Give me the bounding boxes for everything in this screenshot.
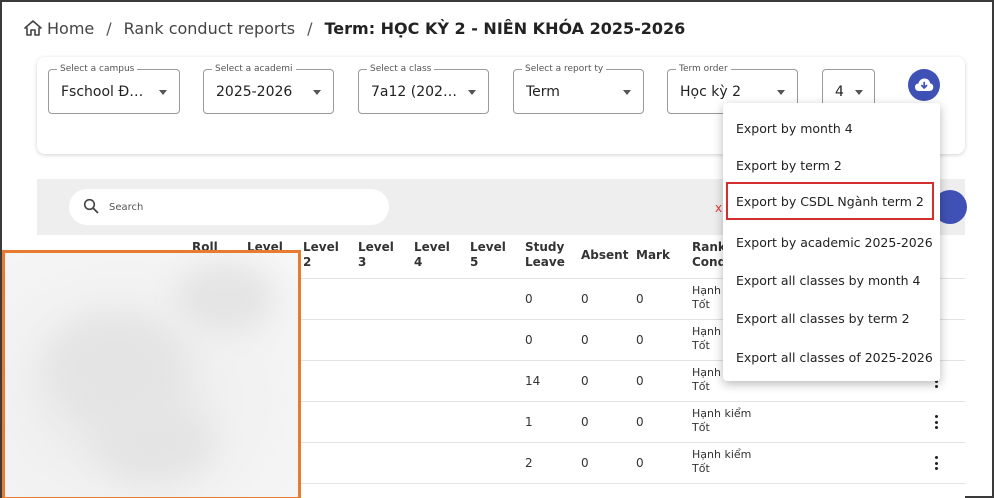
absent-cell: 0 bbox=[581, 333, 589, 347]
campus-select[interactable]: Select a campus Fschool Đà N... bbox=[48, 63, 180, 114]
mark-cell: 0 bbox=[636, 292, 644, 306]
menu-item-export-all-classes-of-academic[interactable]: Export all classes of 2025-2026 bbox=[723, 338, 940, 376]
rank-conduct-cell: Hạnh Tốt bbox=[692, 284, 721, 312]
column-header-level-5[interactable]: Level 5 bbox=[470, 240, 510, 270]
search-input[interactable] bbox=[109, 197, 369, 217]
report-type-select[interactable]: Select a report ty Term bbox=[513, 63, 644, 114]
rank-conduct-line-2: Tốt bbox=[692, 298, 710, 311]
study-leave-cell: 2 bbox=[525, 456, 533, 470]
chevron-down-icon bbox=[777, 90, 785, 95]
breadcrumb-separator: / bbox=[106, 18, 112, 38]
blur-smudge bbox=[175, 263, 275, 333]
cloud-download-icon bbox=[915, 78, 934, 91]
blurred-privacy-overlay bbox=[2, 250, 301, 498]
month-select-value: 4 bbox=[835, 84, 844, 100]
blur-smudge bbox=[95, 403, 215, 483]
mark-cell: 0 bbox=[636, 374, 644, 388]
rank-conduct-cell: Hạnh kiểm Tốt bbox=[692, 407, 751, 435]
absent-cell: 0 bbox=[581, 456, 589, 470]
menu-item-export-all-classes-by-month[interactable]: Export all classes by month 4 bbox=[723, 261, 940, 299]
app-frame: Home / Rank conduct reports / Term: HỌC … bbox=[0, 0, 994, 498]
breadcrumb-home-link[interactable]: Home bbox=[47, 19, 94, 38]
rank-conduct-line-1: Hạnh kiểm bbox=[692, 448, 752, 461]
academic-year-select[interactable]: Select a academi 2025-2026 bbox=[203, 63, 334, 114]
rank-conduct-cell: Hạnh kiểm Tốt bbox=[692, 448, 751, 476]
column-header-level-4[interactable]: Level 4 bbox=[414, 240, 454, 270]
chevron-down-icon bbox=[468, 90, 476, 95]
term-order-select-label: Term order bbox=[676, 63, 731, 75]
chevron-down-icon bbox=[159, 90, 167, 95]
mark-cell: 0 bbox=[636, 456, 644, 470]
academic-year-select-label: Select a academi bbox=[212, 63, 296, 75]
class-select-value: 7a12 (2025-20... bbox=[371, 84, 460, 100]
class-select-label: Select a class bbox=[367, 63, 435, 75]
mark-cell: 0 bbox=[636, 333, 644, 347]
column-header-study-leave[interactable]: Study Leave bbox=[525, 240, 570, 270]
absent-cell: 0 bbox=[581, 374, 589, 388]
export-menu: Export by month 4 Export by term 2 Expor… bbox=[723, 103, 940, 381]
menu-item-export-all-classes-by-term[interactable]: Export all classes by term 2 bbox=[723, 299, 940, 337]
menu-item-export-by-csdl-nganh-term[interactable]: Export by CSDL Ngành term 2 bbox=[726, 182, 934, 220]
mark-cell: 0 bbox=[636, 415, 644, 429]
column-header-mark[interactable]: Mark bbox=[636, 248, 670, 263]
column-header-level-2[interactable]: Level 2 bbox=[303, 240, 343, 270]
class-select[interactable]: Select a class 7a12 (2025-20... bbox=[358, 63, 489, 114]
rank-conduct-line-1: Hạnh bbox=[692, 325, 721, 338]
home-icon[interactable] bbox=[24, 20, 42, 36]
rank-conduct-line-2: Tốt bbox=[692, 339, 710, 352]
search-icon bbox=[83, 198, 99, 214]
breadcrumb-current: Term: HỌC KỲ 2 - NIÊN KHÓA 2025-2026 bbox=[324, 18, 686, 38]
rank-conduct-line-2: Tốt bbox=[692, 421, 710, 434]
rank-conduct-line-1: Hạnh kiểm bbox=[692, 407, 752, 420]
academic-year-select-value: 2025-2026 bbox=[216, 84, 293, 100]
rank-conduct-line-1: Hạnh bbox=[692, 366, 721, 379]
chevron-down-icon bbox=[313, 90, 321, 95]
campus-select-label: Select a campus bbox=[57, 63, 138, 75]
study-leave-cell: 1 bbox=[525, 415, 533, 429]
row-actions-icon[interactable] bbox=[928, 454, 944, 472]
rank-conduct-cell: Hạnh Tốt bbox=[692, 366, 721, 394]
column-header-absent[interactable]: Absent bbox=[581, 248, 628, 263]
column-header-level-3[interactable]: Level 3 bbox=[358, 240, 398, 270]
breadcrumb-reports-link[interactable]: Rank conduct reports bbox=[124, 19, 295, 38]
search-box[interactable] bbox=[69, 189, 389, 225]
breadcrumb: Home / Rank conduct reports / Term: HỌC … bbox=[24, 16, 685, 40]
term-order-select-value: Học kỳ 2 bbox=[680, 84, 741, 100]
study-leave-cell: 0 bbox=[525, 292, 533, 306]
report-type-select-label: Select a report ty bbox=[522, 63, 607, 75]
rank-conduct-line-2: Tốt bbox=[692, 462, 710, 475]
absent-cell: 0 bbox=[581, 415, 589, 429]
rank-conduct-line-1: Hạnh bbox=[692, 284, 721, 297]
row-actions-icon[interactable] bbox=[928, 413, 944, 431]
campus-select-value: Fschool Đà N... bbox=[61, 84, 151, 100]
download-button[interactable] bbox=[908, 69, 940, 101]
report-type-select-value: Term bbox=[526, 84, 560, 100]
absent-cell: 0 bbox=[581, 292, 589, 306]
toolbar-x-mark: x bbox=[715, 201, 723, 215]
chevron-down-icon bbox=[855, 90, 863, 95]
menu-item-export-by-month[interactable]: Export by month 4 bbox=[723, 109, 940, 147]
study-leave-cell: 0 bbox=[525, 333, 533, 347]
chevron-down-icon bbox=[623, 90, 631, 95]
menu-item-export-by-term[interactable]: Export by term 2 bbox=[723, 146, 940, 184]
rank-conduct-line-2: Tốt bbox=[692, 380, 710, 393]
menu-item-export-by-academic[interactable]: Export by academic 2025-2026 bbox=[723, 223, 940, 261]
breadcrumb-separator: / bbox=[307, 18, 313, 38]
study-leave-cell: 14 bbox=[525, 374, 541, 388]
rank-conduct-cell: Hạnh Tốt bbox=[692, 325, 721, 353]
